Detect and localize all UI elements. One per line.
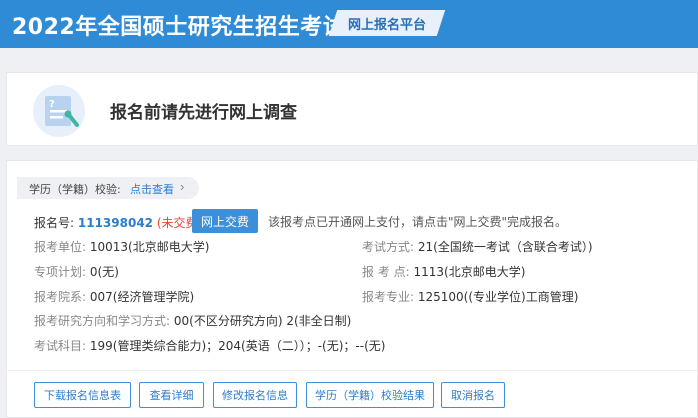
online-payment-button[interactable]: 网上交费	[192, 209, 258, 233]
divider	[6, 370, 698, 371]
special-plan-label: 专项计划:	[34, 265, 87, 279]
exam-method-value: 21(全国统一考试（含联合考试）)	[417, 240, 593, 254]
department-value: 007(经济管理学院)	[89, 290, 195, 304]
survey-card[interactable]: ? 报名前请先进行网上调查	[6, 72, 698, 146]
survey-prompt: 报名前请先进行网上调查	[110, 103, 297, 123]
registration-number-label: 报名号:	[34, 216, 75, 230]
payment-tip: 该报考点已开通网上支付，请点击"网上交费"完成报名。	[268, 215, 568, 229]
department-label: 报考院系:	[34, 290, 87, 304]
questionnaire-icon: ?	[33, 85, 85, 137]
unit-row: 报考单位: 10013(北京邮电大学)	[34, 238, 209, 255]
special-plan-value: 0(无)	[89, 265, 119, 279]
registration-number: 111398042	[77, 216, 154, 230]
modify-info-button[interactable]: 修改报名信息	[213, 382, 297, 408]
major-row: 报考专业: 125100((专业学位)工商管理)	[362, 288, 578, 305]
exam-method-label: 考试方式:	[362, 240, 415, 254]
exam-site-value: 1113(北京邮电大学)	[413, 265, 526, 279]
verify-label: 学历（学籍）校验:	[29, 183, 121, 196]
svg-text:?: ?	[49, 99, 55, 110]
exam-site-row: 报 考 点: 1113(北京邮电大学)	[362, 263, 525, 280]
download-form-button[interactable]: 下载报名信息表	[34, 382, 131, 408]
platform-badge-label: 网上报名平台	[348, 18, 427, 33]
view-details-button[interactable]: 查看详细	[139, 382, 204, 408]
chevron-right-icon: ›	[180, 179, 185, 194]
registration-number-row: 报名号: 111398042 (未交费)	[34, 214, 202, 231]
exam-method-row: 考试方式: 21(全国统一考试（含联合考试）)	[362, 238, 593, 255]
major-label: 报考专业:	[362, 290, 415, 304]
unit-value: 10013(北京邮电大学)	[89, 240, 210, 254]
major-value: 125100((专业学位)工商管理)	[417, 290, 579, 304]
special-plan-row: 专项计划: 0(无)	[34, 263, 119, 280]
direction-label: 报考研究方向和学习方式:	[34, 314, 171, 328]
department-row: 报考院系: 007(经济管理学院)	[34, 288, 194, 305]
verify-result-button[interactable]: 学历（学籍）校验结果	[306, 382, 434, 408]
page-title: 2022年全国硕士研究生招生考试	[12, 15, 346, 40]
subjects-row: 考试科目: 199(管理类综合能力)；204(英语（二））；-(无)；--(无)	[34, 337, 385, 354]
unit-label: 报考单位:	[34, 240, 87, 254]
subjects-value: 199(管理类综合能力)；204(英语（二））；-(无)；--(无)	[89, 339, 386, 353]
exam-site-label: 报 考 点:	[362, 265, 410, 279]
direction-row: 报考研究方向和学习方式: 00(不区分研究方向) 2(非全日制)	[34, 312, 351, 329]
direction-value: 00(不区分研究方向) 2(非全日制)	[173, 314, 352, 328]
subjects-label: 考试科目:	[34, 339, 87, 353]
cancel-registration-button[interactable]: 取消报名	[441, 382, 505, 408]
verify-view-link[interactable]: 点击查看	[130, 181, 174, 197]
